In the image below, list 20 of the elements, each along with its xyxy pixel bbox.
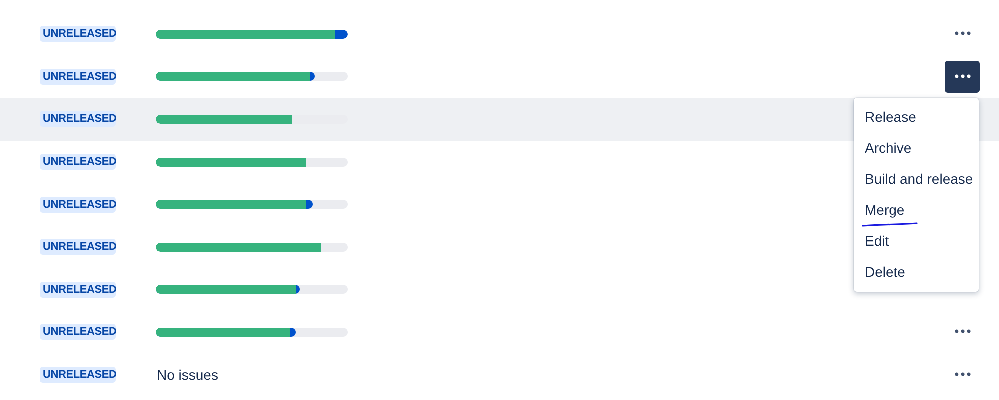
more-actions-button[interactable]: ••• [945, 359, 980, 392]
menu-item[interactable]: Release [854, 102, 979, 133]
menu-item[interactable]: Delete [854, 257, 979, 288]
status-lozenge: UNRELEASED [40, 196, 116, 213]
menu-item[interactable]: Merge [854, 195, 979, 226]
status-lozenge: UNRELEASED [40, 282, 116, 298]
menu-item[interactable]: Build and release [854, 164, 979, 195]
status-lozenge: UNRELEASED [40, 111, 116, 128]
menu-item[interactable]: Edit [854, 226, 979, 257]
more-actions-button[interactable]: ••• [945, 18, 980, 50]
status-lozenge: UNRELEASED [40, 68, 116, 85]
more-actions-button[interactable]: ••• [945, 60, 980, 93]
more-actions-button[interactable]: ••• [945, 316, 980, 348]
menu-item[interactable]: Archive [854, 133, 979, 164]
status-lozenge: UNRELEASED [40, 239, 116, 256]
no-issues-text: No issues [157, 367, 218, 384]
status-lozenge: UNRELEASED [40, 324, 116, 340]
status-lozenge: UNRELEASED [40, 154, 116, 170]
status-lozenge: UNRELEASED [40, 26, 116, 42]
status-lozenge: UNRELEASED [40, 367, 116, 384]
